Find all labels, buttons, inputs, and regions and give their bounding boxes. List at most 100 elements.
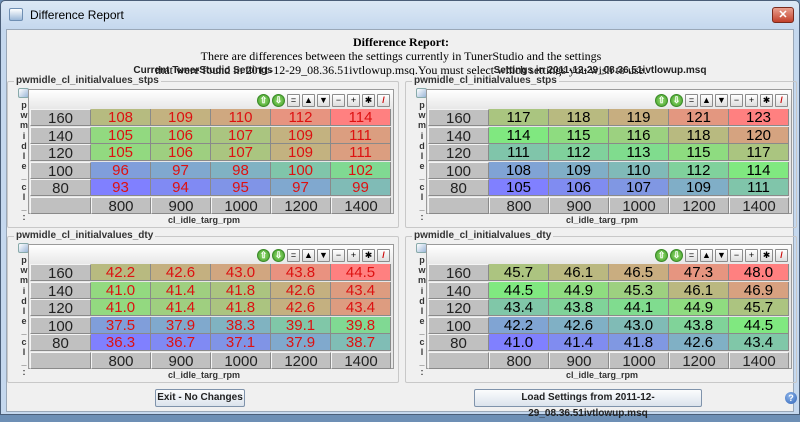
decrease-icon[interactable]: ⇩ xyxy=(272,249,285,262)
increase-icon[interactable]: ⇧ xyxy=(257,94,270,107)
table-cell[interactable]: 108 xyxy=(91,109,151,126)
table-cell[interactable]: 115 xyxy=(669,144,729,161)
table-cell[interactable]: 111 xyxy=(331,126,391,144)
table-cell[interactable]: 107 xyxy=(211,126,271,144)
plus-icon[interactable]: + xyxy=(347,249,360,262)
increase-icon[interactable]: ⇧ xyxy=(655,249,668,262)
table-cell[interactable]: 41.8 xyxy=(211,281,271,299)
down-icon[interactable]: ▼ xyxy=(715,94,728,107)
table-cell[interactable]: 41.8 xyxy=(211,299,271,316)
table-cell[interactable]: 107 xyxy=(211,144,271,161)
close-button[interactable]: ✕ xyxy=(772,7,794,23)
table-cell[interactable]: 116 xyxy=(609,126,669,144)
plus-icon[interactable]: + xyxy=(745,94,758,107)
table-cell[interactable]: 42.6 xyxy=(151,264,211,281)
table-cell[interactable]: 46.5 xyxy=(609,264,669,281)
table-cell[interactable]: 105 xyxy=(91,144,151,161)
table-cell[interactable]: 44.9 xyxy=(549,281,609,299)
table-cell[interactable]: 45.7 xyxy=(489,264,549,281)
table-cell[interactable]: 41.0 xyxy=(91,281,151,299)
table-cell[interactable]: 117 xyxy=(489,109,549,126)
table-cell[interactable]: 109 xyxy=(271,126,331,144)
table-cell[interactable]: 109 xyxy=(669,179,729,196)
decrease-icon[interactable]: ⇩ xyxy=(670,249,683,262)
table-cell[interactable]: 37.1 xyxy=(211,334,271,351)
table-cell[interactable]: 118 xyxy=(669,126,729,144)
table-cell[interactable]: 97 xyxy=(271,179,331,196)
table-cell[interactable]: 44.5 xyxy=(331,264,391,281)
table-cell[interactable]: 106 xyxy=(151,126,211,144)
table-cell[interactable]: 43.0 xyxy=(609,316,669,334)
table-cell[interactable]: 44.9 xyxy=(669,299,729,316)
table-cell[interactable]: 39.8 xyxy=(331,316,391,334)
pen-icon[interactable]: / xyxy=(775,249,788,262)
table-cell[interactable]: 42.6 xyxy=(669,334,729,351)
table-cell[interactable]: 109 xyxy=(271,144,331,161)
table-cell[interactable]: 109 xyxy=(151,109,211,126)
multiply-icon[interactable]: ✱ xyxy=(362,249,375,262)
table-cell[interactable]: 93 xyxy=(91,179,151,196)
table-cell[interactable]: 36.3 xyxy=(91,334,151,351)
table-cell[interactable]: 99 xyxy=(331,179,391,196)
table-cell[interactable]: 105 xyxy=(489,179,549,196)
table-cell[interactable]: 46.1 xyxy=(549,264,609,281)
table-cell[interactable]: 107 xyxy=(609,179,669,196)
decrease-icon[interactable]: ⇩ xyxy=(272,94,285,107)
minus-icon[interactable]: − xyxy=(730,249,743,262)
table-cell[interactable]: 38.3 xyxy=(211,316,271,334)
load-settings-button[interactable]: Load Settings from 2011-12-29_08.36.51iv… xyxy=(474,389,702,419)
table-cell[interactable]: 112 xyxy=(549,144,609,161)
table-cell[interactable]: 96 xyxy=(91,161,151,179)
minus-icon[interactable]: − xyxy=(730,94,743,107)
table-cell[interactable]: 109 xyxy=(549,161,609,179)
table-cell[interactable]: 38.7 xyxy=(331,334,391,351)
table-cell[interactable]: 95 xyxy=(211,179,271,196)
table-cell[interactable]: 97 xyxy=(151,161,211,179)
table-cell[interactable]: 46.9 xyxy=(729,281,789,299)
table-cell[interactable]: 43.4 xyxy=(331,299,391,316)
table-cell[interactable]: 113 xyxy=(609,144,669,161)
table-cell[interactable]: 98 xyxy=(211,161,271,179)
table-cell[interactable]: 105 xyxy=(91,126,151,144)
down-icon[interactable]: ▼ xyxy=(317,249,330,262)
table-cell[interactable]: 47.3 xyxy=(669,264,729,281)
multiply-icon[interactable]: ✱ xyxy=(362,94,375,107)
table-cell[interactable]: 43.8 xyxy=(271,264,331,281)
equals-icon[interactable]: = xyxy=(685,249,698,262)
equals-icon[interactable]: = xyxy=(287,94,300,107)
multiply-icon[interactable]: ✱ xyxy=(760,94,773,107)
pen-icon[interactable]: / xyxy=(377,94,390,107)
exit-no-changes-button[interactable]: Exit - No Changes xyxy=(155,389,245,407)
table-cell[interactable]: 43.4 xyxy=(729,334,789,351)
increase-icon[interactable]: ⇧ xyxy=(655,94,668,107)
table-cell[interactable]: 43.0 xyxy=(211,264,271,281)
equals-icon[interactable]: = xyxy=(685,94,698,107)
table-cell[interactable]: 110 xyxy=(211,109,271,126)
down-icon[interactable]: ▼ xyxy=(715,249,728,262)
table-cell[interactable]: 41.0 xyxy=(489,334,549,351)
table-cell[interactable]: 110 xyxy=(609,161,669,179)
table-cell[interactable]: 36.7 xyxy=(151,334,211,351)
table-cell[interactable]: 41.0 xyxy=(91,299,151,316)
table-cell[interactable]: 114 xyxy=(729,161,789,179)
table-cell[interactable]: 111 xyxy=(729,179,789,196)
up-icon[interactable]: ▲ xyxy=(302,94,315,107)
increase-icon[interactable]: ⇧ xyxy=(257,249,270,262)
table-cell[interactable]: 106 xyxy=(549,179,609,196)
table-cell[interactable]: 111 xyxy=(331,144,391,161)
table-cell[interactable]: 44.5 xyxy=(489,281,549,299)
table-cell[interactable]: 123 xyxy=(729,109,789,126)
help-icon[interactable]: ? xyxy=(785,392,797,404)
table-cell[interactable]: 42.6 xyxy=(549,316,609,334)
table-cell[interactable]: 115 xyxy=(549,126,609,144)
table-cell[interactable]: 112 xyxy=(271,109,331,126)
table-cell[interactable]: 114 xyxy=(489,126,549,144)
table-cell[interactable]: 46.1 xyxy=(669,281,729,299)
equals-icon[interactable]: = xyxy=(287,249,300,262)
table-cell[interactable]: 44.1 xyxy=(609,299,669,316)
table-cell[interactable]: 106 xyxy=(151,144,211,161)
table-cell[interactable]: 102 xyxy=(331,161,391,179)
table-cell[interactable]: 119 xyxy=(609,109,669,126)
table-cell[interactable]: 112 xyxy=(669,161,729,179)
table-cell[interactable]: 43.4 xyxy=(489,299,549,316)
